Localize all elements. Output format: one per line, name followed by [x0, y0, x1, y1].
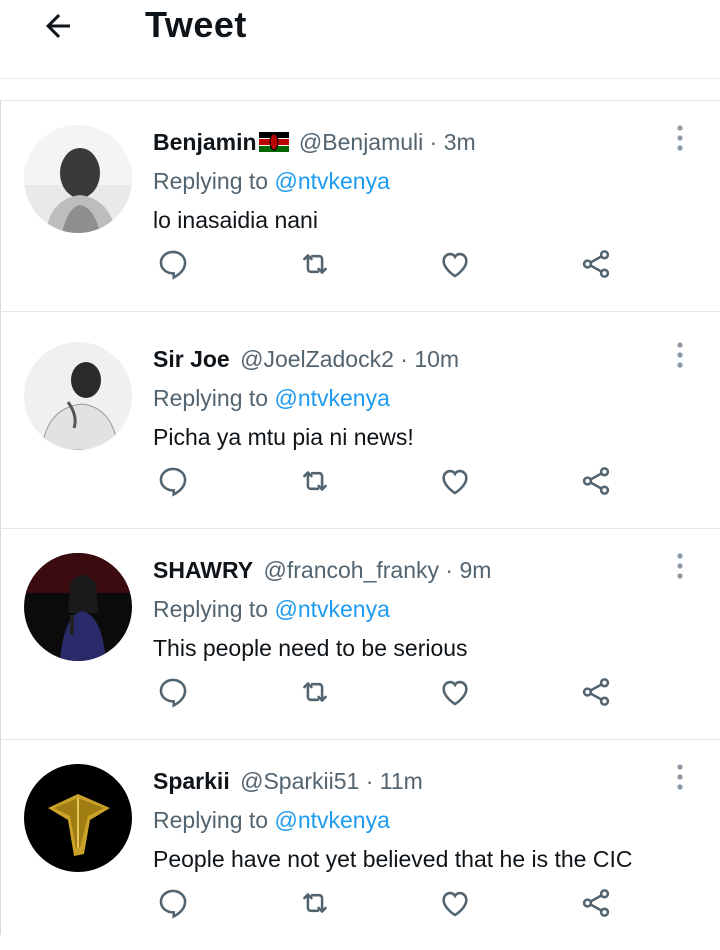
- like-button[interactable]: [435, 244, 475, 284]
- user-handle[interactable]: @Sparkii51 · 11m: [240, 768, 423, 794]
- tweet-reply[interactable]: SHAWRY @francoh_franky · 9m Replying to …: [0, 529, 720, 740]
- mention-link[interactable]: @ntvkenya: [274, 385, 389, 411]
- like-button[interactable]: [435, 672, 475, 712]
- replying-to: Replying to @ntvkenya: [153, 385, 390, 411]
- like-button[interactable]: [435, 461, 475, 501]
- tweet-reply[interactable]: Sparkii @Sparkii51 · 11m Replying to @nt…: [0, 740, 720, 950]
- reply-icon: [159, 678, 187, 708]
- avatar[interactable]: [24, 342, 132, 450]
- mention-link[interactable]: @ntvkenya: [274, 807, 389, 833]
- reply-icon: [159, 467, 187, 497]
- display-name[interactable]: Sir Joe: [153, 346, 230, 372]
- share-button[interactable]: [576, 461, 616, 501]
- tweet-header: Sparkii @Sparkii51 · 11m: [153, 768, 423, 795]
- page-title: Tweet: [145, 4, 247, 45]
- replying-to: Replying to @ntvkenya: [153, 596, 390, 622]
- more-options-icon: [677, 125, 683, 151]
- retweet-button[interactable]: [295, 461, 335, 501]
- user-handle[interactable]: @JoelZadock2 · 10m: [240, 346, 459, 372]
- tweet-actions: [0, 883, 720, 923]
- tweet-header: SHAWRY @francoh_franky · 9m: [153, 557, 491, 584]
- timestamp: · 3m: [429, 129, 476, 155]
- like-icon: [442, 252, 468, 278]
- tweet-header: Benjamin @Benjamuli · 3m: [153, 129, 476, 158]
- tweet-text: lo inasaidia nani: [153, 207, 318, 233]
- header-spacer: [0, 79, 720, 101]
- mention-link[interactable]: @ntvkenya: [274, 168, 389, 194]
- share-button[interactable]: [576, 244, 616, 284]
- timestamp: · 9m: [445, 557, 492, 583]
- tweet-reply[interactable]: Benjamin @Benjamuli · 3m Replying to @nt…: [0, 101, 720, 312]
- retweet-button[interactable]: [295, 883, 335, 923]
- share-icon: [582, 678, 610, 706]
- tweet-actions: [0, 461, 720, 501]
- user-handle[interactable]: @francoh_franky · 9m: [264, 557, 492, 583]
- tweet-reply[interactable]: Sir Joe @JoelZadock2 · 10m Replying to @…: [0, 318, 720, 529]
- reply-button[interactable]: [153, 672, 193, 712]
- user-handle[interactable]: @Benjamuli · 3m: [299, 129, 476, 155]
- retweet-icon: [303, 471, 327, 491]
- top-bar: Tweet: [0, 0, 720, 79]
- more-options-button[interactable]: [668, 551, 692, 581]
- retweet-button[interactable]: [295, 244, 335, 284]
- avatar[interactable]: [24, 125, 132, 233]
- mention-link[interactable]: @ntvkenya: [274, 596, 389, 622]
- tweet-text: People have not yet believed that he is …: [153, 846, 633, 872]
- timestamp: · 11m: [365, 768, 423, 794]
- reply-button[interactable]: [153, 883, 193, 923]
- like-icon: [442, 680, 468, 706]
- more-options-button[interactable]: [668, 340, 692, 370]
- retweet-icon: [303, 893, 327, 913]
- reply-button[interactable]: [153, 244, 193, 284]
- like-button[interactable]: [435, 883, 475, 923]
- retweet-icon: [303, 254, 327, 274]
- share-icon: [582, 467, 610, 495]
- share-icon: [582, 889, 610, 917]
- tweet-actions: [0, 672, 720, 712]
- avatar[interactable]: [24, 553, 132, 661]
- retweet-button[interactable]: [295, 672, 335, 712]
- replying-to: Replying to @ntvkenya: [153, 807, 390, 833]
- reply-icon: [159, 250, 187, 280]
- kenya-flag-icon: [258, 131, 289, 158]
- more-options-icon: [677, 764, 683, 790]
- more-options-button[interactable]: [668, 762, 692, 792]
- replying-to: Replying to @ntvkenya: [153, 168, 390, 194]
- tweet-header: Sir Joe @JoelZadock2 · 10m: [153, 346, 459, 373]
- share-icon: [582, 250, 610, 278]
- more-options-icon: [677, 553, 683, 579]
- back-arrow-icon: [46, 14, 70, 38]
- tweet-text: This people need to be serious: [153, 635, 468, 661]
- tweet-actions: [0, 244, 720, 284]
- display-name[interactable]: SHAWRY: [153, 557, 253, 583]
- avatar[interactable]: [24, 764, 132, 872]
- display-name[interactable]: Benjamin: [153, 129, 257, 155]
- tweet-text: Picha ya mtu pia ni news!: [153, 424, 414, 450]
- retweet-icon: [303, 682, 327, 702]
- like-icon: [442, 469, 468, 495]
- like-icon: [442, 891, 468, 917]
- more-options-button[interactable]: [668, 123, 692, 153]
- more-options-icon: [677, 342, 683, 368]
- reply-icon: [159, 889, 187, 919]
- timestamp: · 10m: [400, 346, 460, 372]
- reply-button[interactable]: [153, 461, 193, 501]
- share-button[interactable]: [576, 883, 616, 923]
- share-button[interactable]: [576, 672, 616, 712]
- back-button[interactable]: [38, 6, 78, 46]
- display-name[interactable]: Sparkii: [153, 768, 230, 794]
